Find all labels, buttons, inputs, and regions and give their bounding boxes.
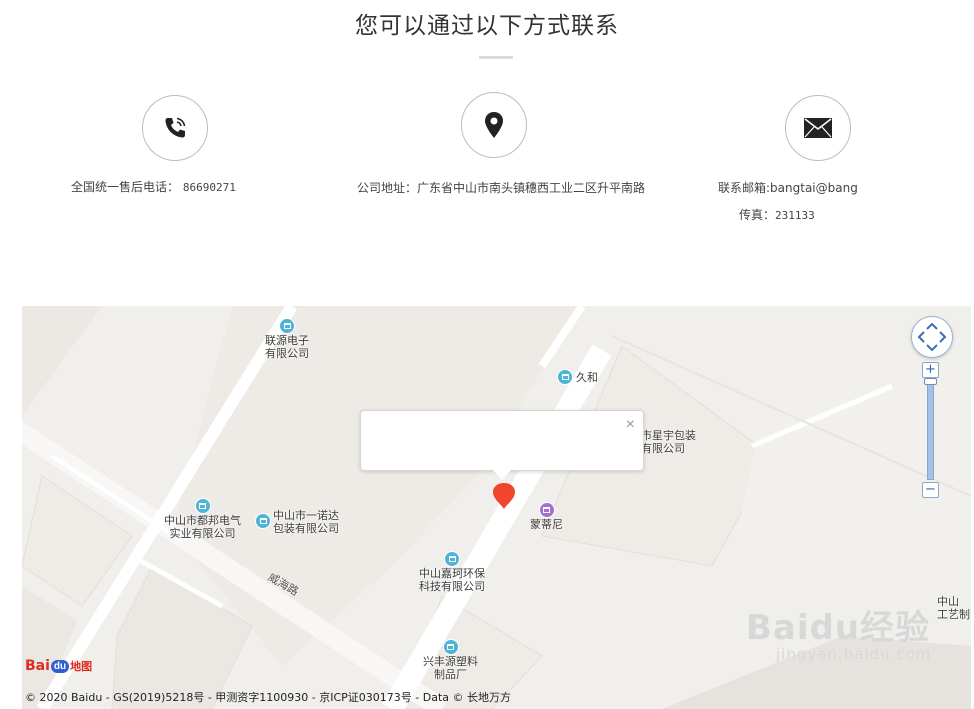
poi-label-line: 工艺制 — [937, 608, 970, 621]
email-info: 联系邮箱:bangtai@bang — [718, 179, 858, 196]
poi-label-line: 有限公司 — [265, 347, 309, 360]
zoom-slider-track[interactable] — [927, 380, 934, 480]
building-icon — [444, 551, 460, 567]
watermark-brand: Baidu经验 — [746, 608, 931, 648]
phone-circle — [142, 95, 208, 161]
poi-label: 久和 — [576, 371, 598, 384]
zoom-out-button[interactable]: − — [922, 482, 939, 498]
close-icon[interactable]: × — [626, 417, 635, 433]
poi-lianyuan[interactable]: 联源电子 有限公司 — [265, 318, 309, 360]
email-label: 联系邮箱:bangtai@bang — [718, 181, 858, 195]
zoom-in-button[interactable]: + — [922, 362, 939, 378]
info-window[interactable]: × — [360, 410, 644, 480]
poi-xingyu[interactable]: 市星宇包装 有限公司 — [641, 429, 696, 455]
phone-info: 全国统一售后电话： 86690271 — [71, 178, 236, 195]
poi-label-line: 中山 — [937, 595, 959, 608]
poi-label: 蒙蒂尼 — [530, 518, 563, 531]
poi-label-line: 中山市都邦电气 — [164, 514, 241, 527]
mail-icon — [804, 118, 832, 138]
poi-label-line: 中山市一诺达 — [273, 509, 339, 522]
mail-circle — [785, 95, 851, 161]
poi-label-line: 制品厂 — [434, 668, 467, 681]
phone-value: 86690271 — [182, 181, 236, 194]
poi-label-line: 兴丰源塑料 — [423, 655, 478, 668]
poi-jiuhe[interactable]: 久和 — [557, 369, 598, 385]
watermark-url: jingyan.baidu.com — [776, 645, 932, 663]
address-label: 公司地址：广东省中山市南头镇穗西工业二区升平南路 — [357, 181, 646, 195]
poi-label-line: 有限公司 — [641, 442, 685, 455]
building-icon — [442, 639, 459, 655]
zoom-slider-thumb[interactable] — [924, 378, 937, 385]
pan-arrows-icon — [917, 322, 947, 352]
poi-jiake[interactable]: 中山嘉珂环保 科技有限公司 — [419, 551, 485, 593]
location-marker-icon[interactable] — [491, 482, 517, 510]
logo-text-du: du — [50, 659, 70, 673]
poi-dubang[interactable]: 中山市都邦电气 实业有限公司 — [164, 498, 241, 540]
building-icon — [557, 369, 573, 385]
poi-label-line: 科技有限公司 — [419, 580, 485, 593]
poi-label-line: 中山嘉珂环保 — [419, 567, 485, 580]
poi-label-line: 包装有限公司 — [273, 522, 339, 535]
poi-yinuoda[interactable]: 中山市一诺达 包装有限公司 — [255, 509, 339, 535]
building-icon — [279, 318, 295, 334]
poi-mengdini[interactable]: 蒙蒂尼 — [530, 502, 563, 531]
title-divider — [479, 56, 513, 59]
poi-label-line: 联源电子 — [265, 334, 309, 347]
logo-text-ditu: 地图 — [70, 661, 93, 673]
building-icon — [194, 498, 211, 514]
poi-label-line: 实业有限公司 — [169, 527, 236, 540]
fax-value: 231133 — [775, 209, 815, 222]
phone-icon — [165, 117, 186, 138]
poi-zhongshan-gongyi[interactable]: 中山 工艺制 — [937, 595, 970, 621]
fax-info: 传真：231133 — [739, 206, 815, 223]
map-copyright: © 2020 Baidu - GS(2019)5218号 - 甲测资字11009… — [25, 691, 512, 704]
phone-label: 全国统一售后电话： — [71, 180, 180, 194]
logo-text-bai: Bai — [25, 658, 50, 674]
fax-label: 传真： — [739, 208, 776, 222]
baidu-jingyan-watermark: Baidu经验 jingyan.baidu.com — [746, 600, 931, 663]
baidu-map-logo[interactable]: Bai du 地图 — [25, 658, 92, 674]
page-title: 您可以通过以下方式联系 — [355, 13, 619, 39]
building-icon — [255, 513, 271, 529]
poi-label-line: 市星宇包装 — [641, 429, 696, 442]
location-circle — [461, 92, 527, 158]
shopping-bag-icon — [538, 502, 555, 518]
baidu-map[interactable]: 联源电子 有限公司 久和 市星宇包装 有限公司 中山市都邦电气 实业有限公司 中山市一… — [22, 306, 971, 709]
map-pan-control[interactable] — [911, 316, 953, 358]
location-pin-icon — [485, 112, 503, 138]
address-info: 公司地址：广东省中山市南头镇穗西工业二区升平南路 — [357, 179, 645, 196]
poi-xingfengyuan[interactable]: 兴丰源塑料 制品厂 — [423, 639, 478, 681]
